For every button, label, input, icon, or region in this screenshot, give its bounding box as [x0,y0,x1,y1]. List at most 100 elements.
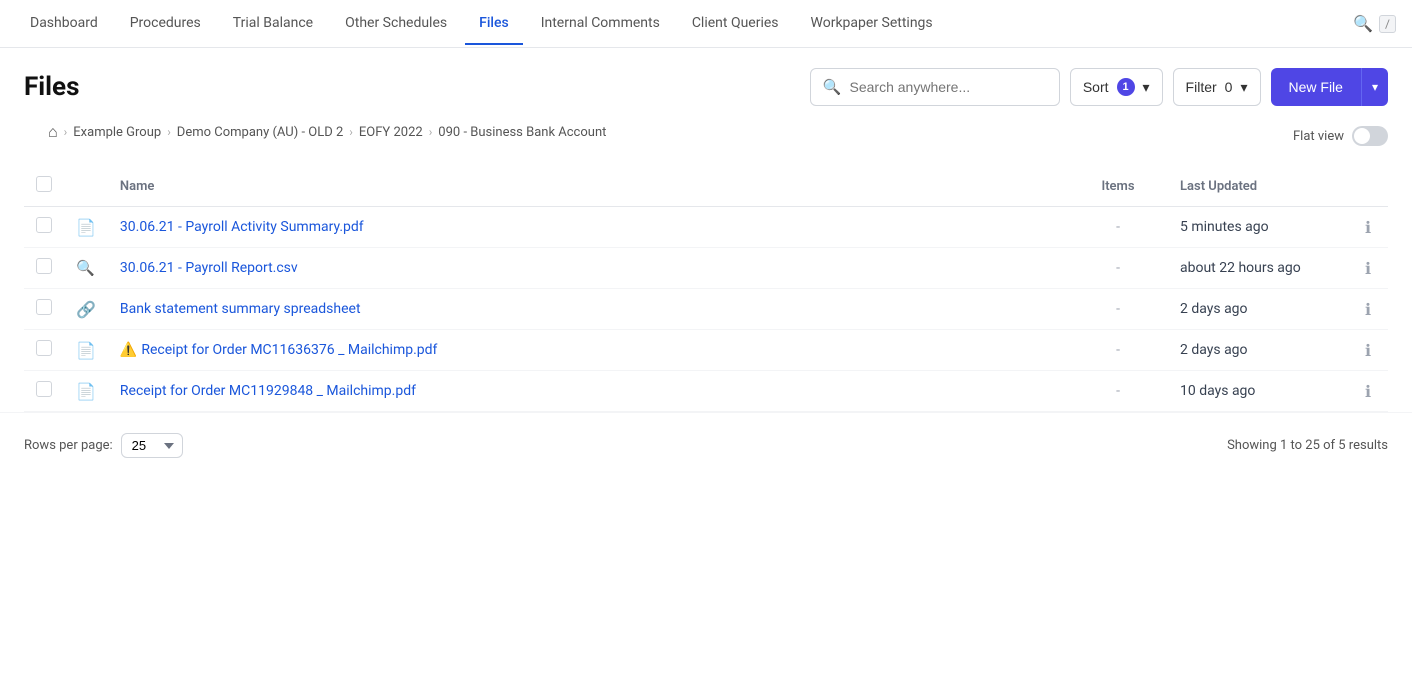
breadcrumb-item-0[interactable]: Example Group [73,125,161,140]
breadcrumb: ⌂ › Example Group › Demo Company (AU) - … [24,118,630,154]
col-header-icon [64,166,108,207]
file-name-link[interactable]: Receipt for Order MC11929848 _ Mailchimp… [120,383,416,399]
breadcrumb-sep-2: › [349,125,353,139]
search-input[interactable] [850,79,1047,95]
row-info-cell: ℹ [1348,371,1388,412]
new-file-button[interactable]: New File [1271,68,1361,106]
nav-item-files[interactable]: Files [465,3,523,45]
sort-label: Sort [1083,79,1109,95]
row-items-cell: - [1068,289,1168,330]
filter-label: Filter [1186,79,1217,95]
col-header-info [1348,166,1388,207]
filter-button[interactable]: Filter 0 ▾ [1173,68,1261,106]
rows-per-page-area: Rows per page: 10 25 50 100 [24,433,183,458]
row-checkbox[interactable] [36,381,52,397]
search-icon[interactable]: 🔍 [1353,14,1373,33]
sort-button[interactable]: Sort 1 ▾ [1070,68,1163,106]
nav-item-internal-comments[interactable]: Internal Comments [527,3,674,45]
row-checkbox[interactable] [36,217,52,233]
search-box: 🔍 [810,68,1060,106]
new-file-group: New File ▾ [1271,68,1389,106]
col-header-items: Items [1068,166,1168,207]
row-name-cell: 30.06.21 - Payroll Activity Summary.pdf [108,207,1068,248]
file-name-link[interactable]: 30.06.21 - Payroll Activity Summary.pdf [120,219,364,235]
table-row: 🔍 30.06.21 - Payroll Report.csv - about … [24,248,1388,289]
search-shortcut: / [1379,15,1396,33]
breadcrumb-row: ⌂ › Example Group › Demo Company (AU) - … [0,118,1412,166]
filter-chevron-icon: ▾ [1240,79,1247,96]
new-file-dropdown-button[interactable]: ▾ [1361,68,1388,106]
row-name-cell: 30.06.21 - Payroll Report.csv [108,248,1068,289]
info-icon[interactable]: ℹ [1365,218,1371,237]
breadcrumb-item-2[interactable]: EOFY 2022 [359,125,423,140]
flat-view-toggle-area: Flat view [1293,126,1388,146]
rows-per-page-label: Rows per page: [24,438,113,453]
breadcrumb-item-1[interactable]: Demo Company (AU) - OLD 2 [177,125,344,140]
row-icon-cell: 🔗 [64,289,108,330]
sort-chevron-icon: ▾ [1143,79,1150,96]
table-header-row: Name Items Last Updated [24,166,1388,207]
nav-item-trial-balance[interactable]: Trial Balance [219,3,327,45]
rows-per-page-select[interactable]: 10 25 50 100 [121,433,183,458]
info-icon[interactable]: ℹ [1365,382,1371,401]
row-items-cell: - [1068,248,1168,289]
nav-item-dashboard[interactable]: Dashboard [16,3,112,45]
info-icon[interactable]: ℹ [1365,259,1371,278]
info-icon[interactable]: ℹ [1365,341,1371,360]
file-link-icon: 🔗 [76,300,96,319]
page-title: Files [24,72,79,102]
top-nav: Dashboard Procedures Trial Balance Other… [0,0,1412,48]
warning-icon: ⚠️ [120,342,137,358]
row-name-cell: Bank statement summary spreadsheet [108,289,1068,330]
col-header-name: Name [108,166,1068,207]
table-row: 📄 Receipt for Order MC11929848 _ Mailchi… [24,371,1388,412]
table-body: 📄 30.06.21 - Payroll Activity Summary.pd… [24,207,1388,412]
breadcrumb-sep-1: › [167,125,171,139]
row-icon-cell: 🔍 [64,248,108,289]
nav-item-workpaper-settings[interactable]: Workpaper Settings [797,3,947,45]
row-items-cell: - [1068,371,1168,412]
filter-count: 0 [1225,79,1233,95]
toggle-knob [1354,128,1370,144]
pagination-bar: Rows per page: 10 25 50 100 Showing 1 to… [0,412,1412,478]
row-last-updated-cell: 2 days ago [1168,289,1348,330]
nav-item-client-queries[interactable]: Client Queries [678,3,793,45]
file-name-link[interactable]: Receipt for Order MC11636376 _ Mailchimp… [141,342,437,358]
info-icon[interactable]: ℹ [1365,300,1371,319]
files-table: Name Items Last Updated 📄 30.06.21 - Pay… [24,166,1388,412]
breadcrumb-home-icon[interactable]: ⌂ [48,122,58,142]
row-info-cell: ℹ [1348,330,1388,371]
flat-view-toggle[interactable] [1352,126,1388,146]
row-checkbox[interactable] [36,258,52,274]
row-icon-cell: 📄 [64,371,108,412]
nav-item-procedures[interactable]: Procedures [116,3,215,45]
row-icon-cell: 📄 [64,330,108,371]
new-file-chevron-icon: ▾ [1372,80,1378,94]
row-icon-cell: 📄 [64,207,108,248]
select-all-checkbox[interactable] [36,176,52,192]
file-name-link[interactable]: Bank statement summary spreadsheet [120,301,361,317]
col-header-checkbox [24,166,64,207]
pagination-info: Showing 1 to 25 of 5 results [1227,438,1388,453]
row-checkbox[interactable] [36,299,52,315]
row-name-cell: ⚠️Receipt for Order MC11636376 _ Mailchi… [108,330,1068,371]
files-table-container: Name Items Last Updated 📄 30.06.21 - Pay… [0,166,1412,412]
page-header: Files 🔍 Sort 1 ▾ Filter 0 ▾ New File ▾ [0,48,1412,118]
nav-search-area: 🔍 / [1353,14,1396,33]
nav-item-other-schedules[interactable]: Other Schedules [331,3,461,45]
file-name-link[interactable]: 30.06.21 - Payroll Report.csv [120,260,298,276]
file-pdf-icon: 📄 [76,382,96,401]
row-info-cell: ℹ [1348,207,1388,248]
file-pdf-icon: 📄 [76,341,96,360]
row-checkbox-cell [24,289,64,330]
sort-count-badge: 1 [1117,78,1135,96]
row-last-updated-cell: about 22 hours ago [1168,248,1348,289]
col-header-last-updated: Last Updated [1168,166,1348,207]
row-last-updated-cell: 10 days ago [1168,371,1348,412]
header-actions: 🔍 Sort 1 ▾ Filter 0 ▾ New File ▾ [810,68,1388,106]
row-items-cell: - [1068,330,1168,371]
breadcrumb-item-3[interactable]: 090 - Business Bank Account [438,125,606,140]
row-items-cell: - [1068,207,1168,248]
breadcrumb-sep-3: › [429,125,433,139]
row-checkbox[interactable] [36,340,52,356]
